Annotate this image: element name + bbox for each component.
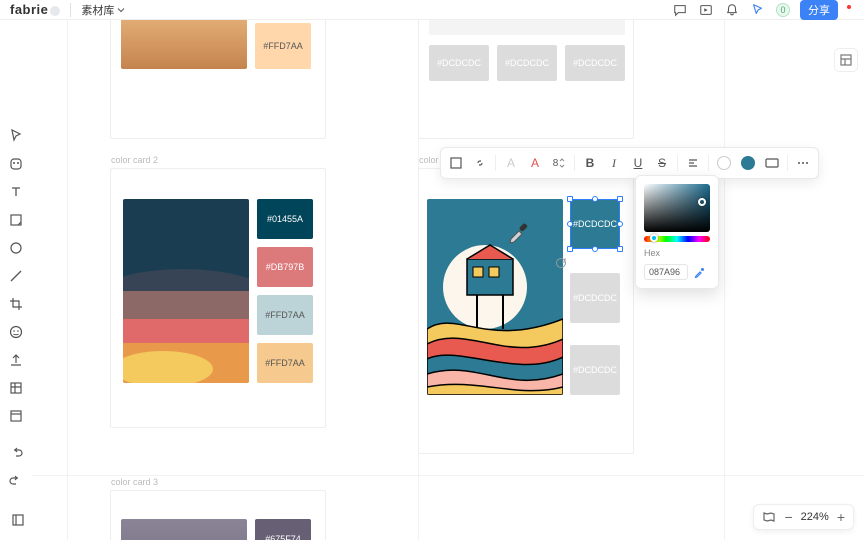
color-card-1[interactable]: #FFD7AA bbox=[110, 20, 326, 139]
more-button[interactable] bbox=[792, 152, 814, 174]
text-color-button[interactable]: A bbox=[524, 152, 546, 174]
card-image bbox=[121, 20, 247, 69]
color-picker: Hex bbox=[635, 175, 719, 289]
present-icon[interactable] bbox=[698, 2, 714, 18]
gridline bbox=[67, 20, 68, 540]
swatch[interactable]: #DCDCDC bbox=[565, 45, 625, 81]
card-image bbox=[427, 199, 563, 395]
swatch[interactable]: #DCDCDC bbox=[570, 345, 620, 395]
card-label: color card 2 bbox=[111, 155, 158, 165]
saturation-box[interactable] bbox=[644, 184, 710, 232]
notification-dot-icon bbox=[847, 5, 851, 9]
underline-button[interactable]: U bbox=[627, 152, 649, 174]
bold-button[interactable]: B bbox=[579, 152, 601, 174]
crop-tool[interactable] bbox=[4, 292, 28, 316]
format-toolbar: A A 8 B I U S bbox=[440, 147, 819, 179]
swatch[interactable]: #675F74 bbox=[255, 519, 311, 540]
zoom-out-button[interactable]: − bbox=[784, 509, 792, 525]
app-header: fabrie 素材库 0 分享 bbox=[0, 0, 864, 20]
chat-icon[interactable] bbox=[672, 2, 688, 18]
shape-tool[interactable] bbox=[4, 236, 28, 260]
fill-color-button[interactable] bbox=[737, 152, 759, 174]
app-logo: fabrie bbox=[10, 2, 60, 17]
rotate-handle-icon[interactable] bbox=[555, 257, 567, 269]
redo-tool[interactable] bbox=[4, 470, 28, 494]
gridline bbox=[32, 475, 864, 476]
border-style-button[interactable] bbox=[761, 152, 783, 174]
swatch[interactable]: #DCDCDC bbox=[570, 273, 620, 323]
eyedropper-button[interactable] bbox=[692, 264, 708, 280]
chevron-down-icon bbox=[117, 6, 125, 14]
side-panel-toggle[interactable] bbox=[834, 48, 858, 72]
left-toolbar bbox=[4, 24, 32, 494]
color-card-3[interactable]: color card 3 #675F74 bbox=[110, 490, 326, 540]
align-button[interactable] bbox=[682, 152, 704, 174]
gridline bbox=[724, 20, 725, 540]
presence-avatar[interactable]: 0 bbox=[776, 3, 790, 17]
note-tool[interactable] bbox=[4, 208, 28, 232]
select-tool[interactable] bbox=[4, 124, 28, 148]
swatch[interactable]: #DB797B bbox=[257, 247, 313, 287]
table-tool[interactable] bbox=[4, 376, 28, 400]
library-dropdown[interactable]: 素材库 bbox=[81, 2, 125, 18]
card-image bbox=[121, 519, 247, 540]
eyedropper-icon bbox=[505, 217, 533, 245]
swatch[interactable]: #DCDCDC bbox=[429, 45, 489, 81]
text-tool[interactable] bbox=[4, 180, 28, 204]
color-card-2[interactable]: color card 2 #01455A #DB797B #FFD7AA #FF… bbox=[110, 168, 326, 428]
layers-panel-toggle[interactable] bbox=[6, 508, 30, 532]
zoom-level[interactable]: 224% bbox=[801, 511, 829, 523]
card-image bbox=[429, 20, 625, 35]
notification-dot-wrap bbox=[848, 2, 854, 18]
swatch[interactable]: #DCDCDC bbox=[497, 45, 557, 81]
map-view-button[interactable] bbox=[762, 510, 776, 524]
swatch[interactable]: #FFD7AA bbox=[257, 343, 313, 383]
link-icon[interactable] bbox=[469, 152, 491, 174]
font-size-stepper[interactable]: 8 bbox=[548, 152, 570, 174]
header-divider bbox=[70, 3, 71, 17]
zoom-control: − 224% + bbox=[753, 504, 854, 530]
canvas[interactable]: #FFD7AA color card 2 #01455A #DB797B #FF… bbox=[32, 20, 864, 540]
shape-rect-icon[interactable] bbox=[445, 152, 467, 174]
hex-input[interactable] bbox=[644, 264, 688, 280]
cursor-share-icon[interactable] bbox=[750, 2, 766, 18]
strike-button[interactable]: S bbox=[651, 152, 673, 174]
color-card-4[interactable]: color card bbox=[418, 168, 634, 454]
upload-tool[interactable] bbox=[4, 348, 28, 372]
bell-icon[interactable] bbox=[724, 2, 740, 18]
color-card-top-right[interactable]: #DCDCDC #DCDCDC #DCDCDC bbox=[418, 20, 634, 139]
zoom-in-button[interactable]: + bbox=[837, 509, 845, 525]
hue-slider[interactable] bbox=[644, 236, 710, 242]
selected-swatch[interactable]: #DCDCDC bbox=[570, 199, 620, 249]
no-fill-button[interactable] bbox=[713, 152, 735, 174]
line-tool[interactable] bbox=[4, 264, 28, 288]
font-family-button[interactable]: A bbox=[500, 152, 522, 174]
swatch[interactable]: #FFD7AA bbox=[257, 295, 313, 335]
layout-tool[interactable] bbox=[4, 404, 28, 428]
undo-tool[interactable] bbox=[4, 442, 28, 466]
frame-tool[interactable] bbox=[4, 152, 28, 176]
card-label: color card 3 bbox=[111, 477, 158, 487]
swatch[interactable]: #FFD7AA bbox=[255, 23, 311, 69]
card-image bbox=[123, 199, 249, 383]
emoji-tool[interactable] bbox=[4, 320, 28, 344]
swatch[interactable]: #01455A bbox=[257, 199, 313, 239]
hex-label: Hex bbox=[644, 248, 710, 258]
italic-button[interactable]: I bbox=[603, 152, 625, 174]
share-button[interactable]: 分享 bbox=[800, 0, 838, 20]
